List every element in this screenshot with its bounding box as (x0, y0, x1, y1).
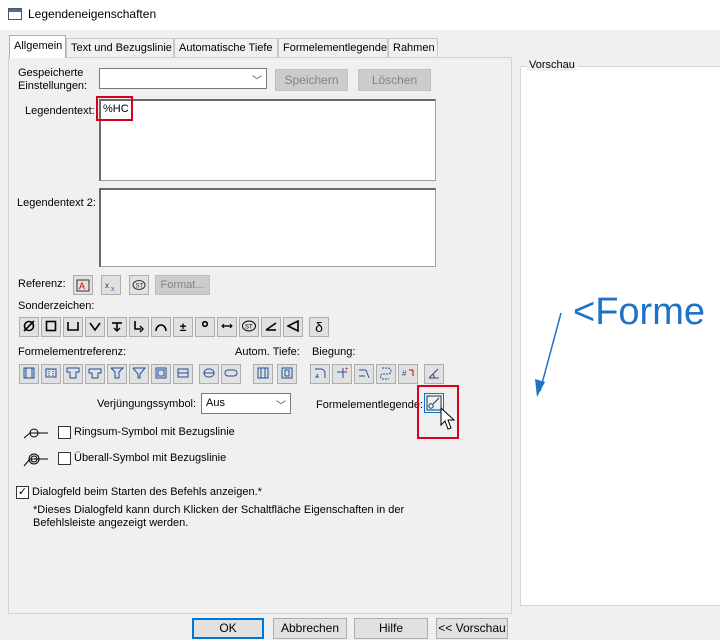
preview-toggle-button[interactable]: << Vorschau (436, 618, 508, 639)
save-button[interactable]: Speichern (275, 69, 348, 91)
all-over-symbol-icon (22, 449, 50, 472)
tab-formelementlegende[interactable]: Formelementlegende (278, 38, 388, 57)
svg-text:A: A (79, 281, 85, 291)
auto-depth-icon-1[interactable] (253, 364, 273, 384)
feature-funnel-icon[interactable] (129, 364, 149, 384)
show-dialog-checkbox[interactable]: ✓ (16, 486, 29, 499)
feature-legend-label: Formelementlegende: (316, 399, 424, 411)
feature-long-slot-icon[interactable] (221, 364, 241, 384)
saved-settings-label-2: Einstellungen: (18, 80, 88, 92)
taper-icon[interactable] (283, 317, 303, 337)
saved-settings-label-1: Gespeicherte (18, 67, 84, 79)
degree-icon[interactable] (195, 317, 215, 337)
highlight-box-legend-text (96, 96, 133, 121)
statistical-icon[interactable]: ST (239, 317, 259, 337)
between-icon[interactable] (217, 317, 237, 337)
auto-depth-label: Autom. Tiefe: (235, 346, 300, 358)
counterbore-icon[interactable] (63, 317, 83, 337)
svg-text:x: x (105, 281, 109, 290)
bend-angle-icon[interactable] (424, 364, 444, 384)
title-bar: Legendeneigenschaften (0, 0, 720, 30)
show-dialog-note-2: Befehlsleiste angezeigt werden. (33, 517, 189, 529)
bend-icon-3[interactable] (354, 364, 374, 384)
delta-icon: δ (315, 319, 323, 335)
checkmark-icon: ✓ (17, 486, 28, 498)
svg-text:+: + (345, 367, 349, 373)
feature-ref-label: Formelementreferenz: (18, 346, 127, 358)
leader-arrow-icon (535, 312, 562, 397)
plus-minus-button[interactable]: ± (173, 317, 193, 337)
window-icon (8, 8, 22, 20)
delta-button[interactable]: δ (309, 317, 329, 337)
all-over-label: Überall-Symbol mit Bezugslinie (74, 452, 227, 464)
reference-text-icon[interactable]: A (73, 275, 93, 295)
format-button[interactable]: Format... (155, 275, 210, 295)
svg-text:#: # (402, 369, 407, 378)
feature-countersink-icon[interactable] (107, 364, 127, 384)
feature-counterbore-icon[interactable] (63, 364, 83, 384)
bend-icon-2[interactable]: + (332, 364, 352, 384)
svg-text:ST: ST (136, 284, 144, 290)
plus-minus-icon: ± (179, 320, 187, 334)
tab-automatische-tiefe[interactable]: Automatische Tiefe (174, 38, 278, 57)
auto-depth-icon-2[interactable] (277, 364, 297, 384)
taper-value: Aus (206, 397, 225, 409)
reference-st-icon[interactable]: ST (129, 275, 149, 295)
legend-text-field[interactable]: %HC (99, 99, 436, 181)
svg-text:ST: ST (245, 325, 253, 331)
feature-hole-icon[interactable] (19, 364, 39, 384)
square-icon[interactable] (41, 317, 61, 337)
mouse-cursor-icon (440, 406, 456, 434)
diameter-icon[interactable] (19, 317, 39, 337)
angle-icon[interactable] (261, 317, 281, 337)
saved-settings-combo[interactable]: ﹀ (99, 68, 267, 89)
reference-label: Referenz: (18, 278, 66, 290)
tab-allgemein[interactable]: Allgemein (9, 35, 66, 58)
cancel-button[interactable]: Abbrechen (273, 618, 347, 639)
arc-icon[interactable] (151, 317, 171, 337)
help-button[interactable]: Hilfe (354, 618, 428, 639)
arc-length-icon[interactable] (129, 317, 149, 337)
reference-symbol-icon[interactable]: xx (101, 275, 121, 295)
ok-button[interactable]: OK (192, 618, 264, 639)
taper-label: Verjüngungssymbol: (97, 398, 197, 410)
bend-icon-1[interactable] (310, 364, 330, 384)
bend-label: Biegung: (312, 346, 356, 358)
bend-icon-4[interactable] (376, 364, 396, 384)
svg-text:x: x (111, 286, 115, 293)
all-around-checkbox[interactable] (58, 426, 71, 439)
all-over-checkbox[interactable] (58, 452, 71, 465)
delete-button[interactable]: Löschen (358, 69, 431, 91)
preview-label: Vorschau (527, 59, 577, 71)
feature-thread-icon[interactable] (41, 364, 61, 384)
taper-combo[interactable]: Aus ﹀ (201, 393, 291, 414)
show-dialog-note-1: *Dieses Dialogfeld kann durch Klicken de… (33, 504, 405, 516)
tab-text-und-bezugslinie[interactable]: Text und Bezugslinie (66, 38, 174, 57)
preview-pane: <Forme (520, 66, 720, 606)
feature-slot-icon[interactable] (173, 364, 193, 384)
depth-icon[interactable] (107, 317, 127, 337)
tab-rahmen[interactable]: Rahmen (388, 38, 438, 57)
legend-text2-field[interactable] (99, 188, 436, 267)
countersink-icon[interactable] (85, 317, 105, 337)
window-title: Legendeneigenschaften (28, 7, 157, 21)
all-around-symbol-icon (22, 424, 50, 445)
show-dialog-label: Dialogfeld beim Starten des Befehls anze… (32, 486, 262, 498)
feature-tee-icon[interactable] (85, 364, 105, 384)
chevron-down-icon: ﹀ (276, 401, 286, 412)
chevron-down-icon: ﹀ (252, 76, 262, 87)
bend-icon-5[interactable]: # (398, 364, 418, 384)
special-chars-label: Sonderzeichen: (18, 300, 95, 312)
feature-round-slot-icon[interactable] (199, 364, 219, 384)
legend-text2-label: Legendentext 2: (17, 197, 96, 209)
preview-text: <Forme (573, 291, 705, 333)
feature-pocket-icon[interactable] (151, 364, 171, 384)
all-around-label: Ringsum-Symbol mit Bezugslinie (74, 426, 235, 438)
legend-text-label: Legendentext: (25, 105, 95, 117)
